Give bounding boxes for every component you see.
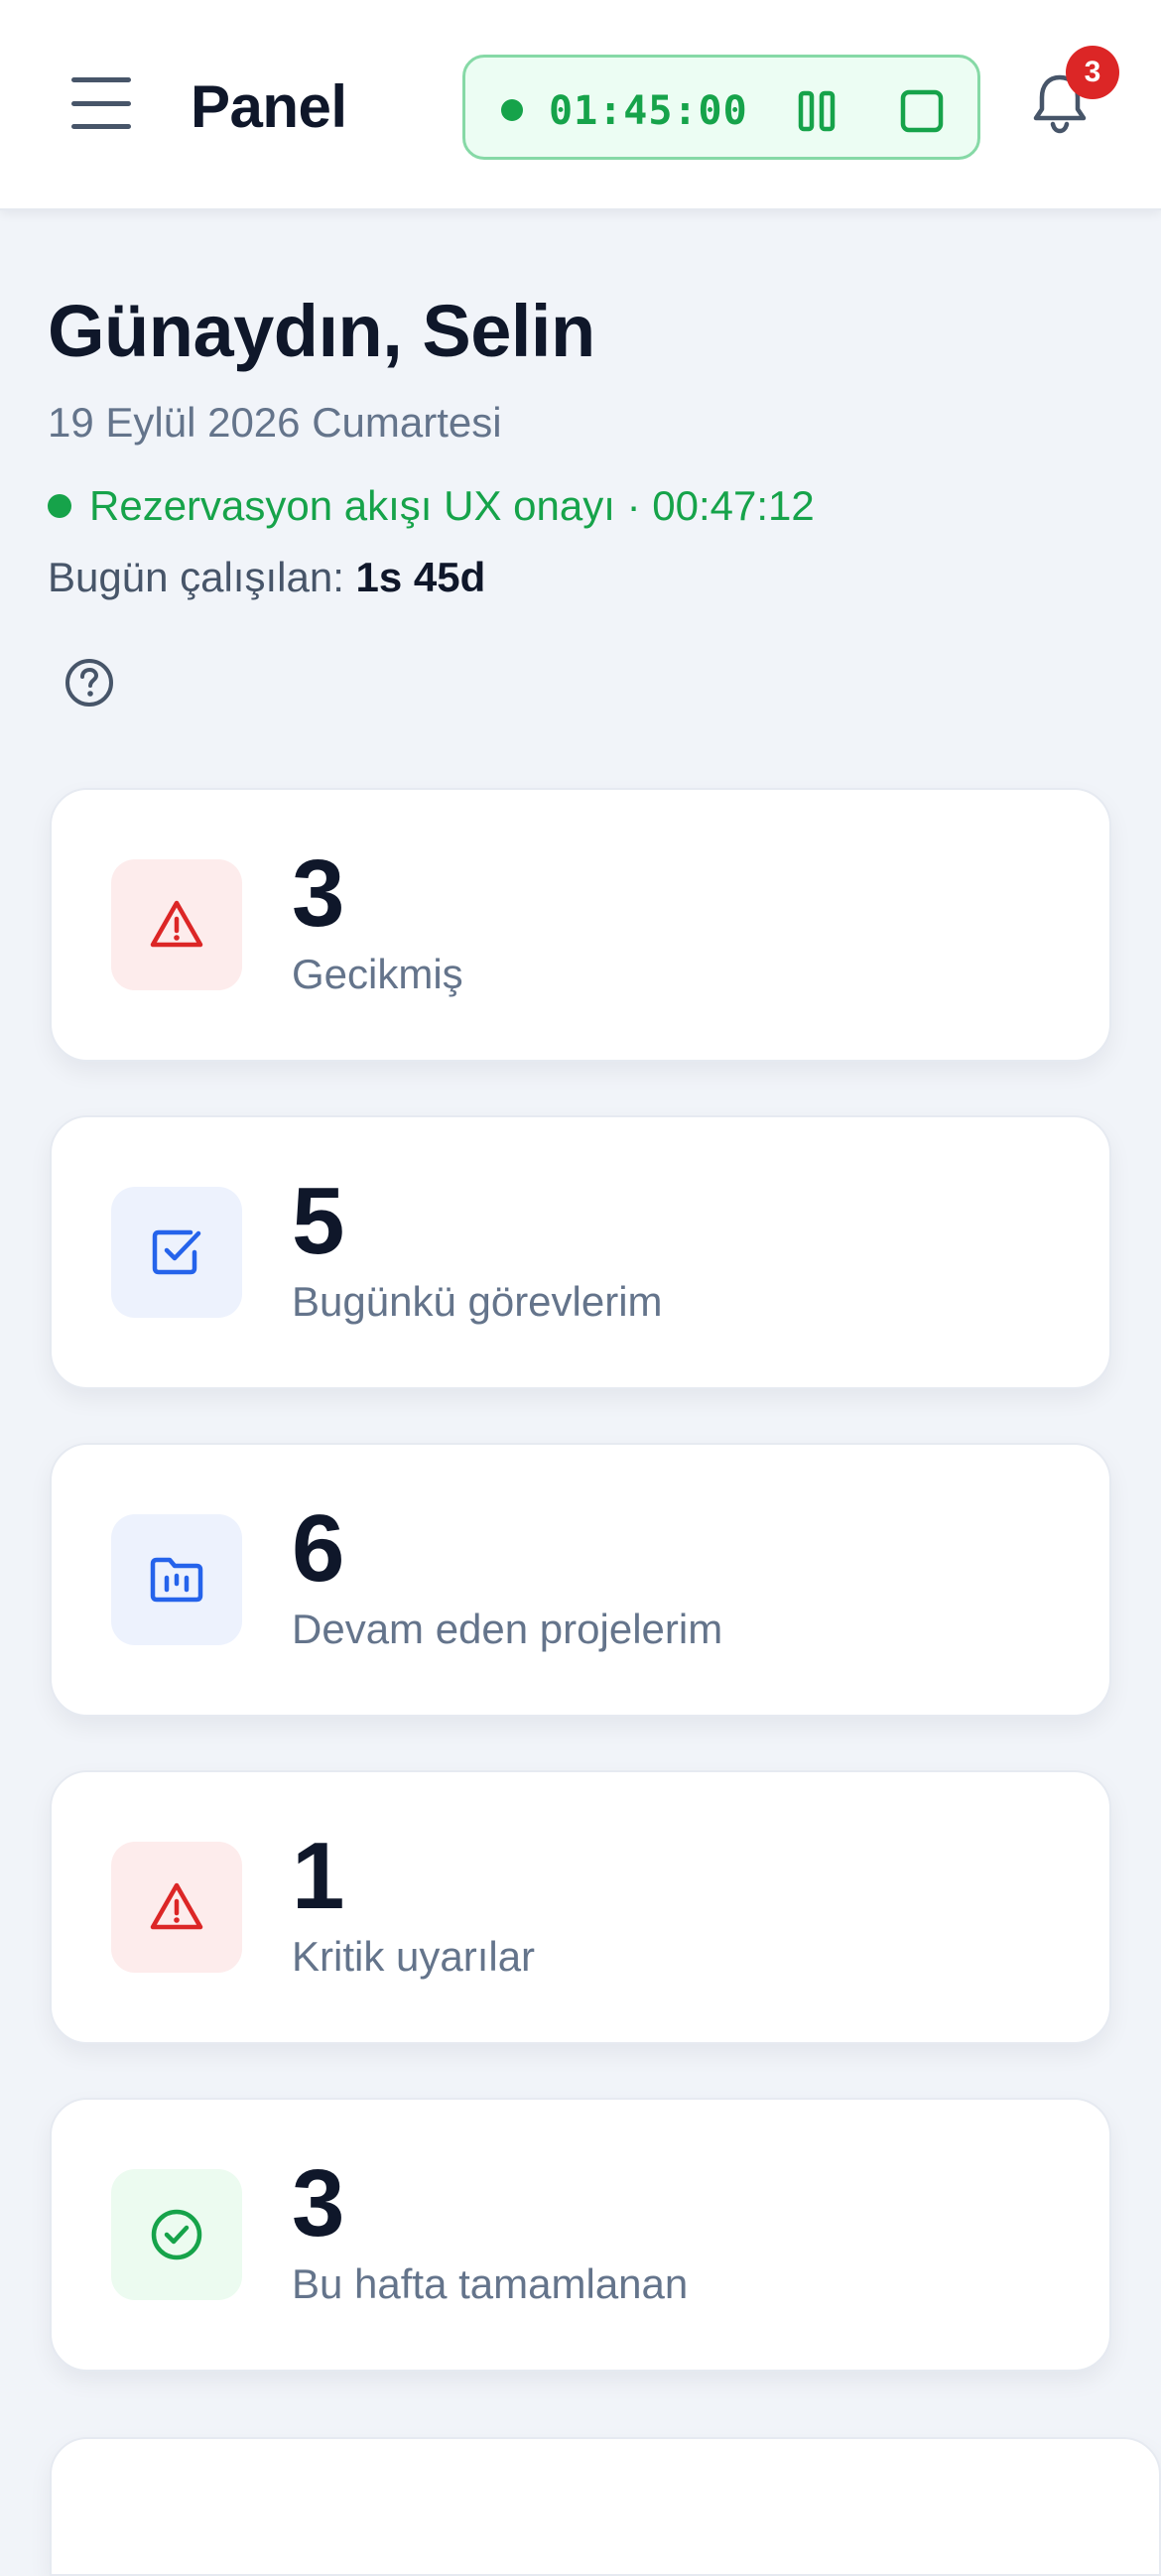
worked-today-value: 1s 45d: [355, 554, 486, 600]
help-icon[interactable]: [62, 655, 117, 710]
warning-icon: [111, 1842, 242, 1973]
stat-label: Bu hafta tamamlanan: [292, 2260, 689, 2307]
active-task-label: Rezervasyon akışı UX onayı · 00:47:12: [89, 482, 815, 529]
next-card-partial[interactable]: [50, 2437, 1161, 2576]
stat-label: Kritik uyarılar: [292, 1933, 536, 1980]
current-date: 19 Eylül 2026 Cumartesi: [48, 399, 502, 446]
check-circle-icon: [111, 2169, 242, 2300]
stat-card-today-tasks[interactable]: 5 Bugünkü görevlerim: [50, 1115, 1111, 1389]
checkbox-icon: [111, 1187, 242, 1318]
worked-today-label: Bugün çalışılan:: [48, 554, 344, 600]
timer-elapsed-time: 01:45:00: [549, 88, 748, 134]
stat-value: 3: [292, 840, 345, 947]
stat-value: 5: [292, 1168, 345, 1274]
active-status-dot: [48, 494, 71, 518]
stat-card-overdue[interactable]: 3 Gecikmiş: [50, 788, 1111, 1062]
top-app-bar: Panel 01:45:00 3: [0, 0, 1161, 210]
active-timer-widget[interactable]: 01:45:00: [462, 55, 980, 160]
warning-icon: [111, 859, 242, 990]
greeting-heading: Günaydın, Selin: [48, 290, 595, 372]
stat-label: Gecikmiş: [292, 951, 463, 997]
stat-value: 6: [292, 1495, 345, 1602]
stat-value: 1: [292, 1823, 345, 1929]
pause-icon[interactable]: [793, 87, 840, 135]
folder-chart-icon: [111, 1514, 242, 1645]
hamburger-menu-icon[interactable]: [71, 77, 131, 129]
stat-card-critical-alerts[interactable]: 1 Kritik uyarılar: [50, 1770, 1111, 2044]
timer-running-dot: [501, 99, 523, 121]
page-title: Panel: [191, 73, 347, 140]
stat-value: 3: [292, 2150, 345, 2256]
worked-today: Bugün çalışılan: 1s 45d: [48, 548, 485, 607]
stat-card-completed-this-week[interactable]: 3 Bu hafta tamamlanan: [50, 2098, 1111, 2372]
notification-count-badge: 3: [1066, 46, 1119, 99]
active-task-status[interactable]: Rezervasyon akışı UX onayı · 00:47:12: [48, 476, 815, 536]
stat-label: Devam eden projelerim: [292, 1606, 723, 1652]
stop-icon[interactable]: [898, 87, 946, 135]
stat-label: Bugünkü görevlerim: [292, 1278, 663, 1325]
stat-card-active-projects[interactable]: 6 Devam eden projelerim: [50, 1443, 1111, 1717]
